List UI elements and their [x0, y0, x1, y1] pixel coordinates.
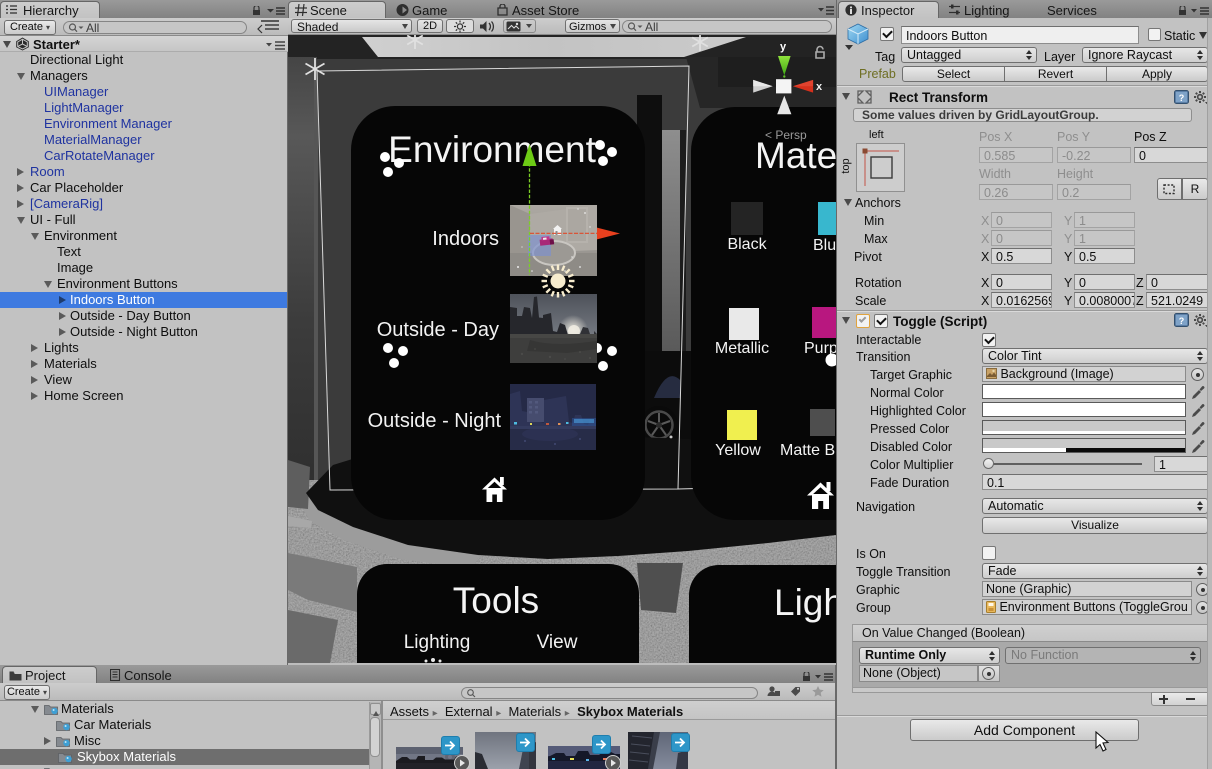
svg-text:Outside - Night: Outside - Night [368, 410, 502, 432]
svg-text:Metallic: Metallic [715, 340, 769, 357]
svg-text:Yellow: Yellow [715, 442, 761, 459]
svg-text:x: x [816, 81, 823, 93]
svg-text:Environment: Environment [388, 129, 596, 170]
svg-text:Matte Black: Matte Black [780, 442, 836, 459]
svg-text:Outside - Day: Outside - Day [377, 319, 499, 341]
svg-text:Tools: Tools [453, 580, 539, 621]
svg-text:Lighting: Lighting [404, 632, 471, 653]
svg-text:Black: Black [727, 236, 767, 253]
svg-text:View: View [537, 632, 578, 653]
svg-text:?: ? [1179, 316, 1185, 326]
svg-text:?: ? [1179, 93, 1185, 103]
svg-text:Lighting: Lighting [774, 582, 836, 623]
svg-text:< Persp: < Persp [765, 128, 807, 142]
svg-text:Blue: Blue [813, 237, 836, 254]
svg-text:Indoors: Indoors [432, 228, 499, 250]
svg-text:y: y [780, 41, 787, 53]
